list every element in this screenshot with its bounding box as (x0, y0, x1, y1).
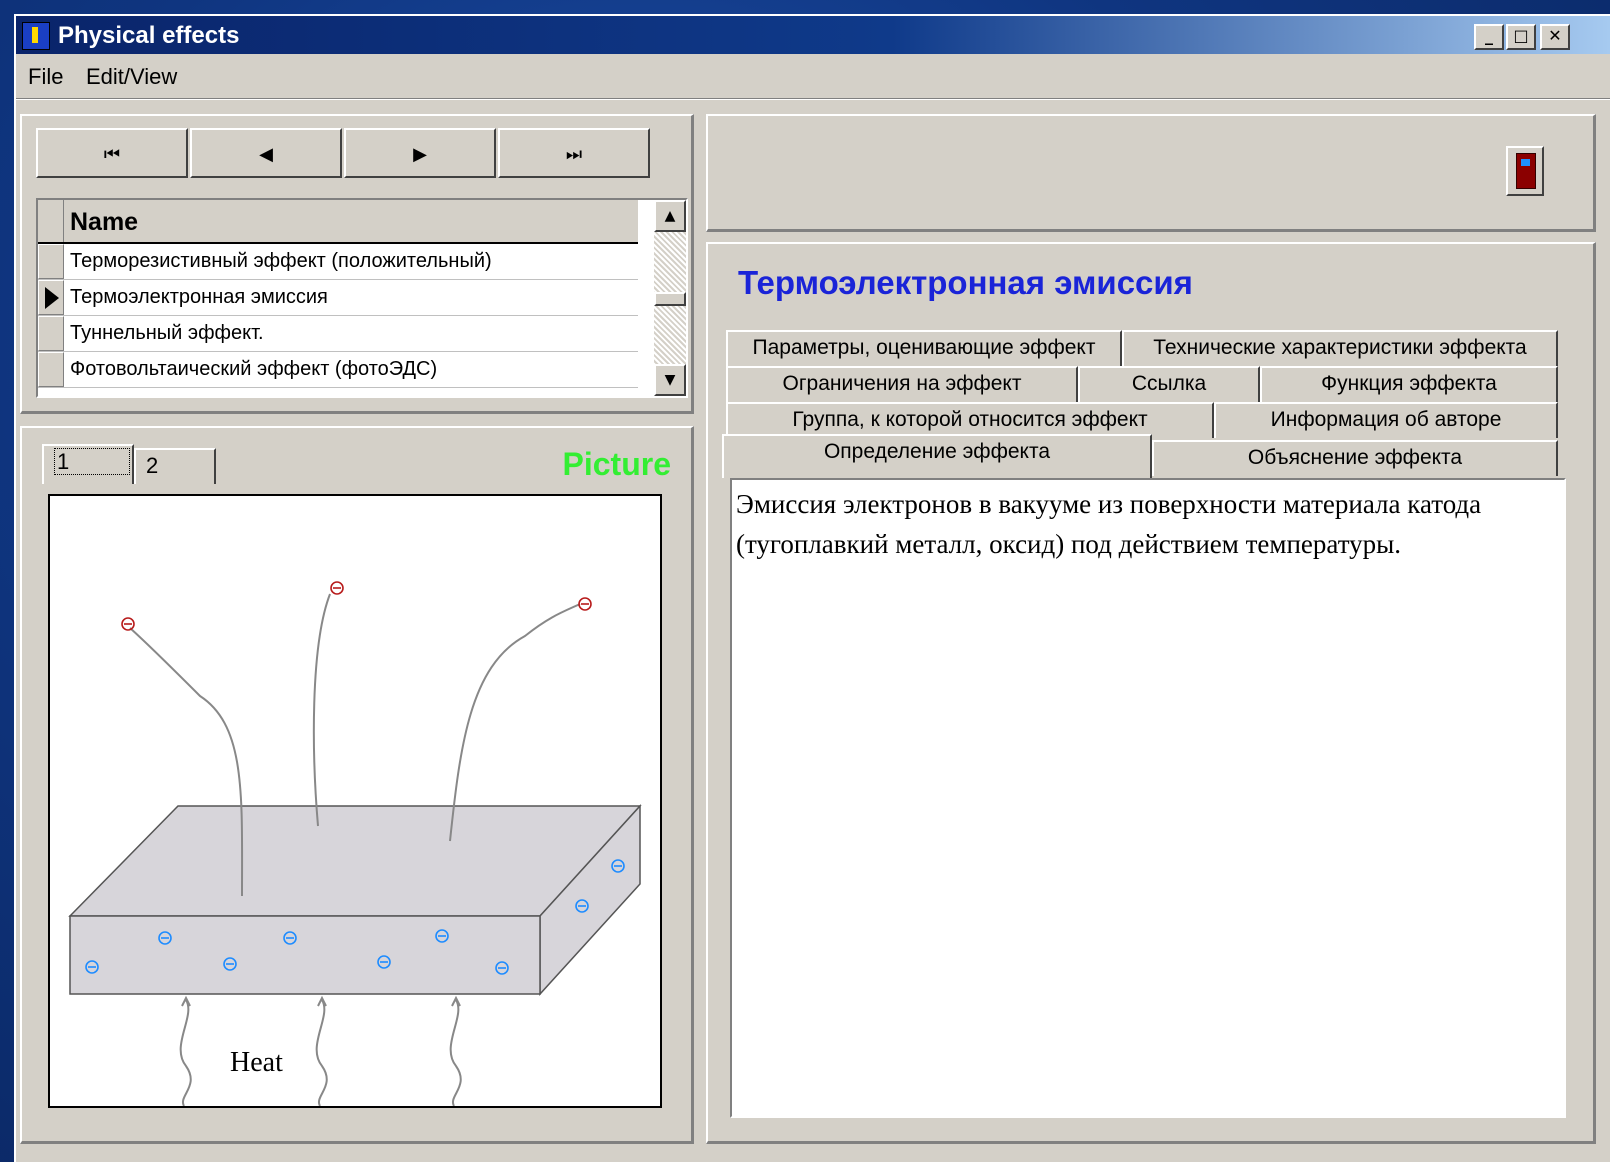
grid-row[interactable]: Фотовольтаический эффект (фотоЭДС) (38, 352, 638, 388)
record-navigator: ⏮ ◀ ▶ ⏭ (36, 128, 652, 178)
menu-separator (16, 98, 1610, 100)
definition-text[interactable]: Эмиссия электронов в вакууме из поверхно… (730, 478, 1566, 1118)
picture-tab-1[interactable]: 1 (42, 444, 134, 484)
tab-technical-characteristics[interactable]: Технические характеристики эффекта (1122, 330, 1558, 366)
skip-last-icon: ⏭ (565, 144, 583, 165)
effects-grid[interactable]: Name Терморезистивный эффект (положитель… (36, 198, 688, 398)
emitted-electrons (121, 581, 592, 631)
row-indicator (38, 280, 64, 315)
tab-definition[interactable]: Определение эффекта (722, 434, 1152, 478)
tab-label: 2 (146, 453, 159, 478)
skip-first-icon: ⏮ (103, 144, 121, 165)
nav-next-button[interactable]: ▶ (344, 128, 496, 178)
maximize-button[interactable]: □ (1506, 24, 1536, 50)
tab-limitations[interactable]: Ограничения на эффект (726, 366, 1078, 402)
grid-scrollbar[interactable]: ▲ ▼ (654, 200, 686, 396)
window-title: Physical effects (58, 22, 240, 49)
play-right-icon: ▶ (413, 144, 427, 165)
current-row-arrow-icon (45, 287, 59, 309)
tab-function[interactable]: Функция эффекта (1260, 366, 1558, 402)
grid-row-selected[interactable]: Термоэлектронная эмиссия (38, 280, 638, 316)
app-icon (22, 22, 50, 50)
picture-label: Picture (562, 446, 671, 482)
menu-file[interactable]: File (28, 64, 63, 90)
door-icon (1516, 153, 1536, 189)
tab-explanation[interactable]: Объяснение эффекта (1152, 440, 1558, 476)
tab-group[interactable]: Группа, к которой относится эффект (726, 402, 1214, 438)
heat-wave (449, 999, 462, 1107)
heat-wave (315, 999, 328, 1107)
grid-cell: Термоэлектронная эмиссия (70, 286, 328, 308)
effect-diagram: Heat (48, 494, 662, 1108)
close-button[interactable]: ✕ (1540, 24, 1570, 50)
row-indicator (38, 244, 64, 279)
play-left-icon: ◀ (259, 144, 273, 165)
effect-panel: Термоэлектронная эмиссия Параметры, оцен… (706, 242, 1596, 1144)
grid-cell: Фотовольтаический эффект (фотоЭДС) (70, 358, 438, 380)
scroll-up-button[interactable]: ▲ (654, 200, 686, 232)
grid-header-name[interactable]: Name (70, 208, 138, 237)
heat-wave (179, 999, 192, 1107)
tab-parameters[interactable]: Параметры, оценивающие эффект (726, 330, 1122, 366)
picture-tab-2[interactable]: 2 (134, 448, 216, 484)
grid-cell: Туннельный эффект. (70, 322, 264, 344)
exit-button[interactable] (1506, 146, 1544, 196)
menu-edit-view[interactable]: Edit/View (86, 64, 177, 90)
tab-author-info[interactable]: Информация об авторе (1214, 402, 1558, 438)
tab-label: 1 (54, 448, 131, 475)
tab-reference[interactable]: Ссылка (1078, 366, 1260, 402)
heat-label: Heat (230, 1047, 283, 1078)
minimize-button[interactable]: _ (1474, 24, 1504, 50)
electron-path (312, 593, 331, 827)
grid-row[interactable]: Терморезистивный эффект (положительный) (38, 244, 638, 280)
title-bar[interactable]: Physical effects _ □ ✕ (16, 16, 1610, 54)
thermionic-emission-svg: Heat (68, 581, 642, 1107)
picture-panel: 1 2 Picture Heat (20, 426, 694, 1144)
nav-prev-button[interactable]: ◀ (190, 128, 342, 178)
row-indicator (38, 316, 64, 351)
grid-header-indicator (38, 200, 64, 242)
heat-arrows (179, 995, 462, 1107)
grid-header: Name (38, 200, 638, 244)
main-window: Physical effects _ □ ✕ File Edit/View ⏮ … (14, 14, 1610, 1162)
grid-cell: Терморезистивный эффект (положительный) (70, 250, 492, 272)
menu-bar: File Edit/View (16, 56, 1610, 96)
row-indicator (38, 352, 64, 387)
toolbar-panel (706, 114, 1596, 232)
plate-front (69, 915, 541, 995)
effect-title: Термоэлектронная эмиссия (738, 264, 1193, 301)
scroll-thumb[interactable] (654, 292, 686, 306)
nav-first-button[interactable]: ⏮ (36, 128, 188, 178)
nav-last-button[interactable]: ⏭ (498, 128, 650, 178)
scroll-down-button[interactable]: ▼ (654, 364, 686, 396)
grid-row[interactable]: Туннельный эффект. (38, 316, 638, 352)
